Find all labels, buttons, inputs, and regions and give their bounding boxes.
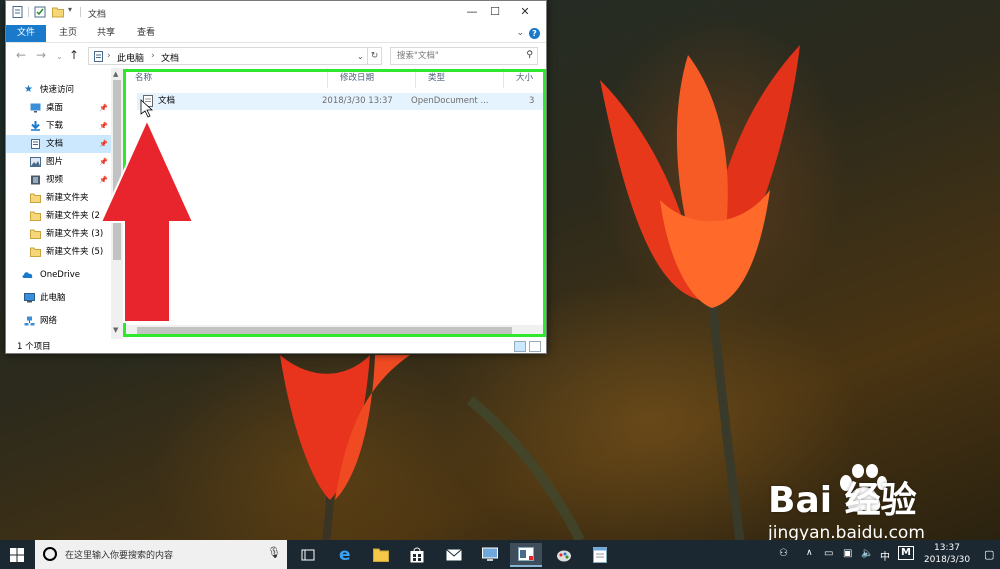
baidu-jingyan-watermark: Bai 经验 jingyan.baidu.com xyxy=(768,463,983,548)
folder-icon xyxy=(373,548,389,562)
taskbar-search-box[interactable]: 在这里输入你要搜索的内容 🎙 xyxy=(35,540,287,569)
battery-icon[interactable]: ▭ xyxy=(824,548,833,559)
task-view-button[interactable] xyxy=(292,543,324,567)
mail-icon xyxy=(446,549,462,561)
notification-center-icon[interactable]: ▢ xyxy=(984,548,994,561)
monitor-icon xyxy=(482,547,498,561)
remote-desktop-button[interactable] xyxy=(474,543,506,567)
mail-button[interactable] xyxy=(438,543,470,567)
show-hidden-icons-icon[interactable]: ∧ xyxy=(806,548,813,558)
microphone-icon[interactable]: 🎙 xyxy=(267,546,281,559)
document-window-icon xyxy=(518,547,534,561)
clock-date: 2018/3/30 xyxy=(923,555,971,565)
file-explorer-button[interactable] xyxy=(365,543,397,567)
windows-start-icon[interactable] xyxy=(10,548,24,562)
cortana-icon xyxy=(43,547,57,561)
edge-icon: e xyxy=(339,545,351,565)
palette-icon xyxy=(557,550,571,562)
mouse-cursor-icon xyxy=(140,99,154,118)
store-bag-icon xyxy=(410,547,424,563)
ime-language[interactable]: 中 xyxy=(880,548,890,563)
volume-icon[interactable]: 🔈 xyxy=(861,548,873,559)
notepad-icon xyxy=(593,547,607,563)
notepad-button[interactable] xyxy=(584,543,616,567)
ime-mode[interactable]: M xyxy=(898,546,914,560)
store-button[interactable] xyxy=(401,543,433,567)
clock[interactable]: 13:37 2018/3/30 xyxy=(922,542,972,566)
people-icon[interactable]: ⚇ xyxy=(779,548,788,559)
watermark-brand: Bai 经验 xyxy=(768,480,917,521)
paint-button[interactable] xyxy=(548,543,580,567)
taskbar-search-placeholder: 在这里输入你要搜索的内容 xyxy=(65,551,174,561)
taskbar: 在这里输入你要搜索的内容 🎙 e ⚇ ∧ ▭ ▣ 🔈 中 M 13:37 201… xyxy=(0,540,1000,569)
active-explorer-button[interactable] xyxy=(510,543,542,567)
network-status-icon[interactable]: ▣ xyxy=(843,548,852,559)
edge-button[interactable]: e xyxy=(330,543,362,567)
task-view-icon xyxy=(301,549,315,561)
clock-time: 13:37 xyxy=(934,543,960,553)
